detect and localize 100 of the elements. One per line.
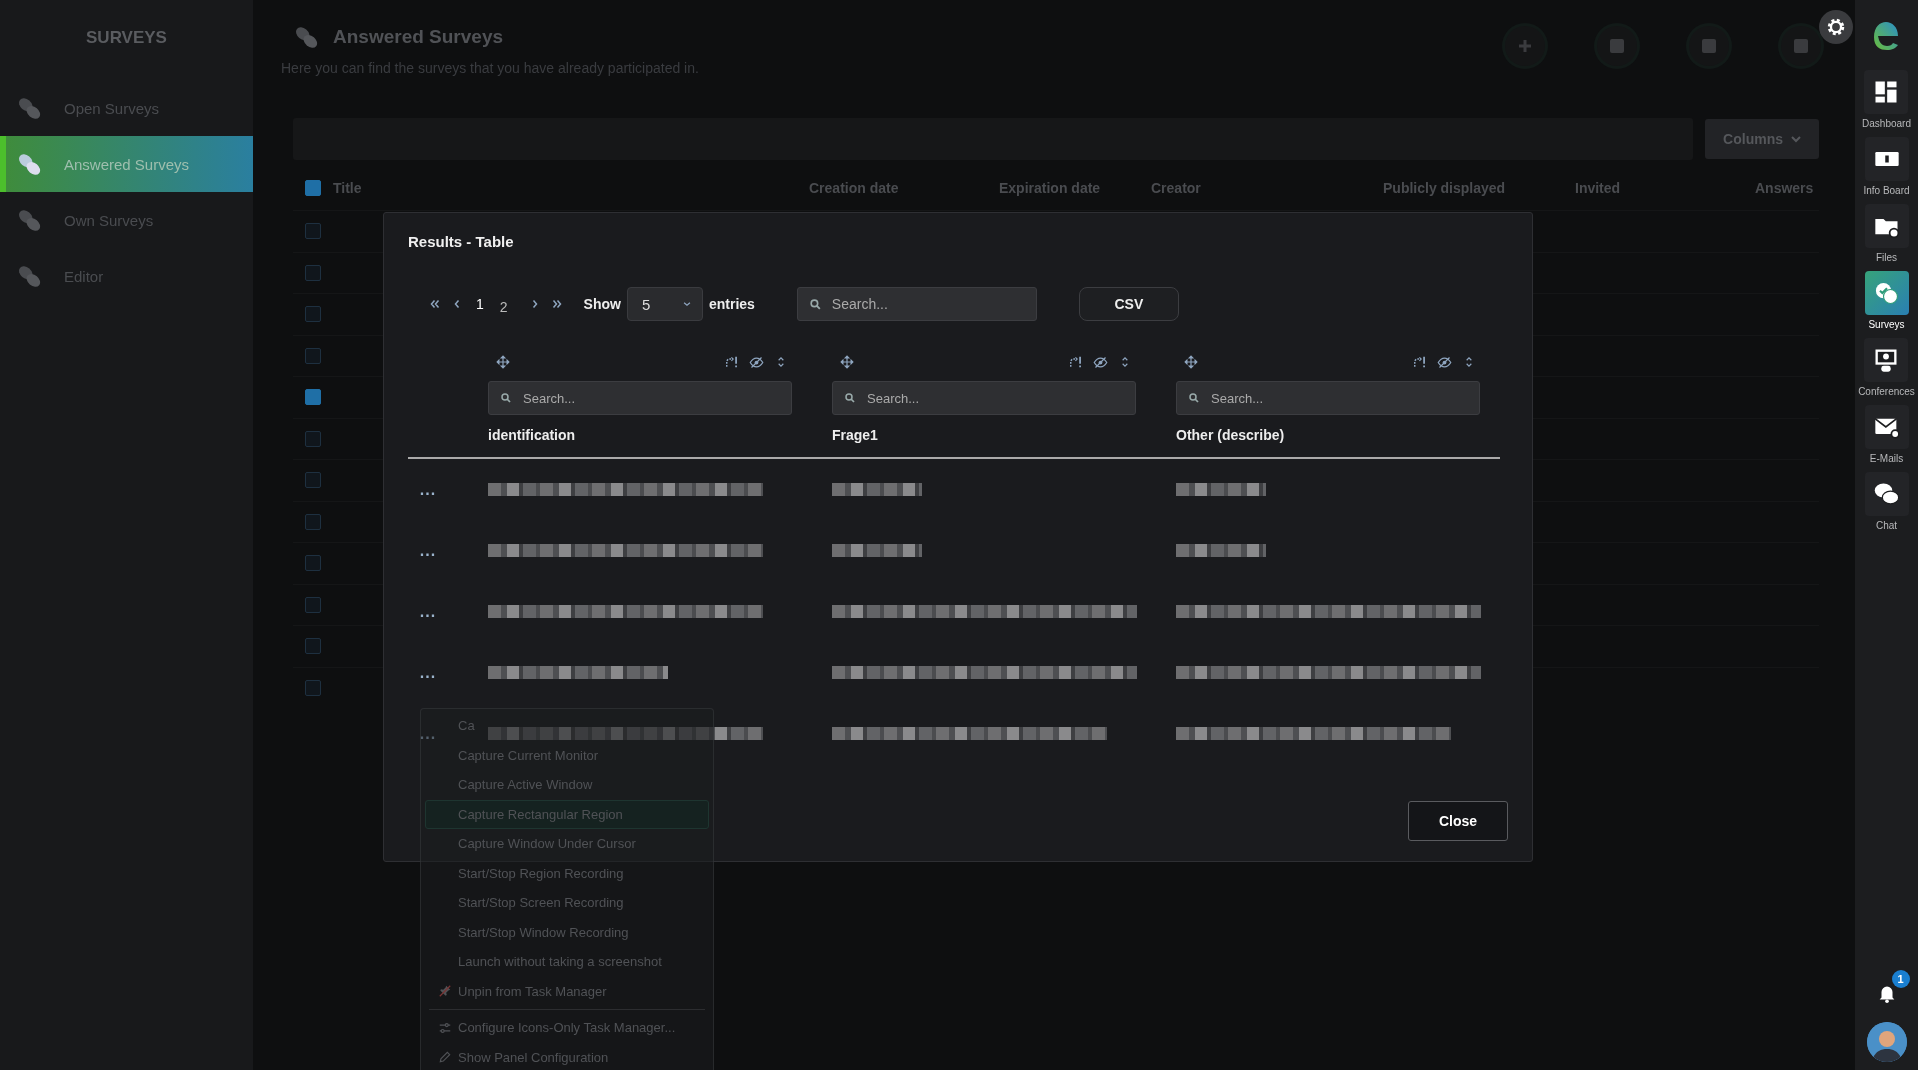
- column-search-field[interactable]: Search...: [832, 381, 1136, 415]
- row-menu-button[interactable]: ...: [408, 663, 448, 682]
- show-label: Show: [583, 296, 621, 312]
- eye-off-icon: [1437, 354, 1452, 370]
- nav-label: Chat: [1875, 520, 1898, 531]
- menu-item[interactable]: Launch without taking a screenshot: [458, 954, 662, 970]
- nav-button[interactable]: [1864, 271, 1909, 315]
- page-title: Answered Surveys: [333, 26, 504, 48]
- checkbox[interactable]: [305, 513, 321, 530]
- menu-item[interactable]: Capture Rectangular Region: [458, 806, 623, 822]
- menu-item[interactable]: Start/Stop Region Recording: [458, 865, 624, 881]
- sliders-icon: [438, 1020, 452, 1035]
- column-header[interactable]: Other (describe): [1176, 427, 1480, 443]
- page-button[interactable]: 1: [468, 296, 492, 312]
- checkbox[interactable]: [305, 638, 321, 655]
- nav-button[interactable]: [1864, 70, 1909, 114]
- sort-alert-icon: [1069, 355, 1083, 369]
- checkbox[interactable]: [305, 306, 321, 323]
- sidebar-item[interactable]: Answered Surveys: [0, 136, 253, 192]
- sort-alert-icon: [725, 355, 739, 369]
- row-menu-button[interactable]: ...: [408, 602, 448, 621]
- nav-label: Dashboard: [1862, 118, 1911, 129]
- column-header[interactable]: Creation date: [809, 180, 999, 196]
- checkbox[interactable]: [305, 555, 321, 572]
- entries-dropdown[interactable]: 5: [626, 287, 703, 321]
- column-search-field[interactable]: Search...: [488, 381, 792, 415]
- column-header[interactable]: Publicly displayed: [1383, 180, 1575, 196]
- move-icon: [496, 355, 510, 369]
- page-button[interactable]: 2: [491, 299, 516, 315]
- pills-icon: [16, 263, 42, 289]
- pills-icon: [16, 151, 42, 177]
- pencil-icon: [438, 1050, 452, 1065]
- pills-icon: [16, 207, 42, 233]
- avatar-icon[interactable]: [1866, 1022, 1907, 1062]
- row-menu-button[interactable]: ...: [408, 541, 448, 560]
- csv-button[interactable]: CSV: [1078, 287, 1179, 321]
- column-header[interactable]: Frage1: [832, 427, 1136, 443]
- checkbox[interactable]: [305, 347, 321, 364]
- chevron-down-icon: [681, 299, 692, 309]
- square-icon: [1792, 37, 1810, 55]
- sidebar-title: SURVEYS: [85, 27, 168, 49]
- nav-label: Files: [1875, 252, 1898, 263]
- double-chevron-left-icon: [429, 298, 441, 310]
- settings-button[interactable]: [1819, 10, 1853, 44]
- toolbar-button[interactable]: [1689, 26, 1729, 66]
- square-icon: [1700, 37, 1718, 55]
- sort-alert-icon: [1413, 355, 1427, 369]
- row-menu-button[interactable]: ...: [408, 480, 448, 499]
- entries-label: entries: [708, 296, 755, 312]
- menu-item[interactable]: Capture Window Under Cursor: [458, 836, 636, 852]
- menu-item[interactable]: Capture Active Window: [458, 777, 593, 793]
- column-search-field[interactable]: Search...: [1176, 381, 1480, 415]
- nav-label: E-Mails: [1869, 453, 1904, 464]
- menu-item[interactable]: Unpin from Task Manager: [458, 983, 607, 999]
- add-button[interactable]: [1505, 26, 1545, 66]
- gear-icon: [1825, 16, 1847, 38]
- menu-item[interactable]: Capture Current Monitor: [458, 747, 599, 763]
- checkbox[interactable]: [305, 389, 321, 406]
- nav-button[interactable]: [1864, 405, 1909, 449]
- checkbox[interactable]: [305, 430, 321, 447]
- plus-icon: [1516, 37, 1534, 55]
- column-header[interactable]: Invited: [1575, 180, 1755, 196]
- checkbox[interactable]: [305, 264, 321, 281]
- move-icon: [840, 355, 854, 369]
- checkbox[interactable]: [305, 679, 321, 696]
- eye-off-icon: [1093, 354, 1108, 370]
- checkbox[interactable]: [305, 472, 321, 489]
- column-header[interactable]: Title: [333, 180, 809, 196]
- move-icon: [1184, 355, 1198, 369]
- nav-button[interactable]: [1864, 472, 1909, 516]
- menu-item[interactable]: Start/Stop Screen Recording: [458, 895, 624, 911]
- nav-label: Conferences: [1858, 386, 1915, 397]
- nav-button[interactable]: [1864, 137, 1909, 181]
- checkbox[interactable]: [305, 596, 321, 613]
- pills-icon: [293, 24, 319, 50]
- eye-off-icon: [749, 354, 764, 370]
- column-header[interactable]: identification: [488, 427, 792, 443]
- pills-icon: [16, 95, 42, 121]
- notification-badge: 1: [1891, 970, 1910, 988]
- search-field[interactable]: Search...: [796, 287, 1037, 321]
- row-menu-button[interactable]: ...: [408, 724, 448, 743]
- unpin-icon: [438, 984, 452, 999]
- nav-button[interactable]: [1864, 204, 1909, 248]
- column-header[interactable]: Expiration date: [999, 180, 1151, 196]
- square-icon: [1608, 37, 1626, 55]
- menu-item[interactable]: Ca: [458, 718, 475, 734]
- nav-button[interactable]: [1864, 338, 1909, 382]
- checkbox[interactable]: [305, 223, 321, 240]
- double-chevron-right-icon: [550, 298, 563, 310]
- column-header[interactable]: Answers: [1755, 180, 1855, 196]
- menu-item[interactable]: Start/Stop Window Recording: [458, 924, 629, 940]
- column-header[interactable]: Creator: [1151, 180, 1383, 196]
- checkbox[interactable]: [305, 180, 321, 196]
- dialog-title: Results - Table: [408, 233, 515, 250]
- close-button[interactable]: Close: [1408, 801, 1508, 841]
- menu-item[interactable]: Show Panel Configuration: [458, 1049, 609, 1065]
- nav-label: Surveys: [1868, 319, 1905, 330]
- nav-label: Info Board: [1863, 185, 1910, 196]
- menu-item[interactable]: Configure Icons-Only Task Manager...: [458, 1020, 676, 1036]
- toolbar-button[interactable]: [1597, 26, 1637, 66]
